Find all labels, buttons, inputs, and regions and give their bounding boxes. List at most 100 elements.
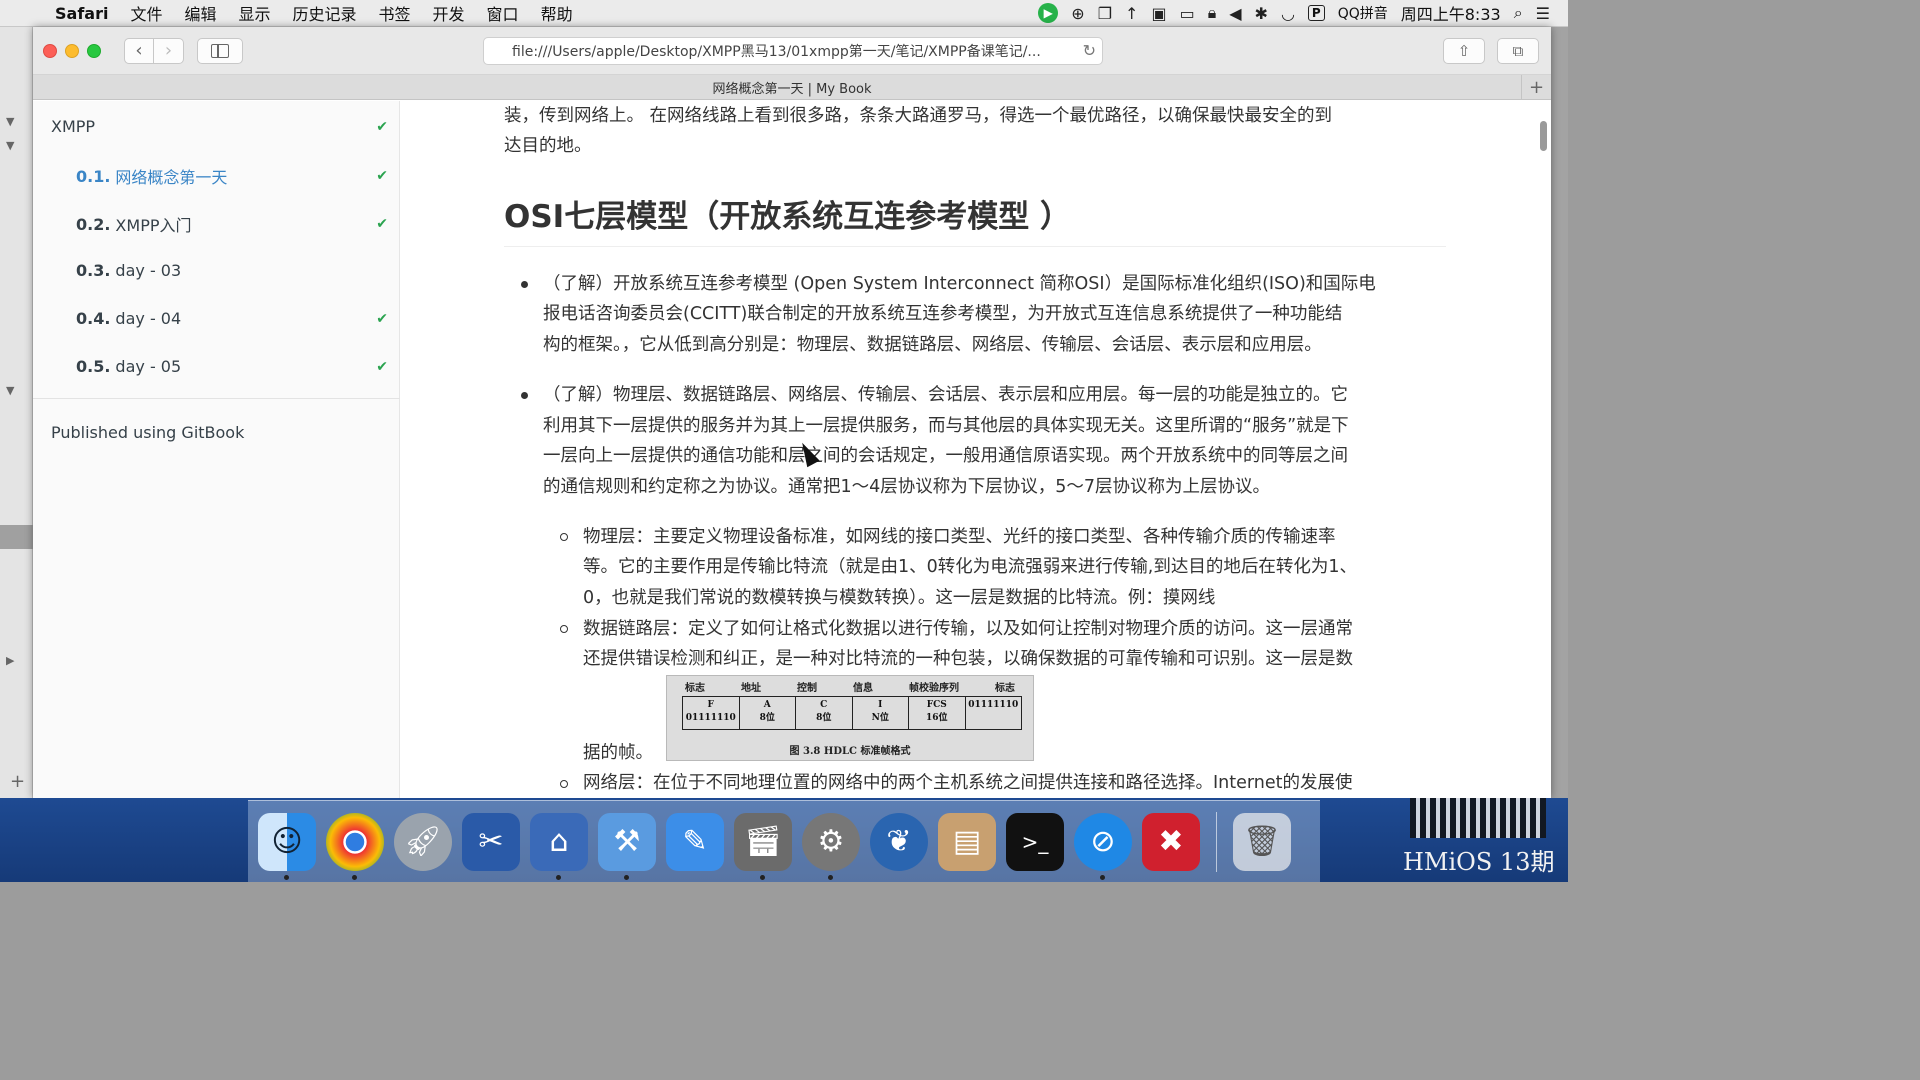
video-icon[interactable]: ▭	[1180, 4, 1195, 23]
new-tab-icon[interactable]: +	[1521, 75, 1551, 99]
watermark-text: HMiOS 13期	[1403, 848, 1555, 876]
disclosure-triangle-icon[interactable]: ▼	[6, 139, 14, 152]
hdlc-header: 控制	[797, 683, 817, 694]
chapter-item-3[interactable]: 0.3. day - 03	[76, 261, 400, 280]
menu-edit[interactable]: 编辑	[173, 1, 227, 25]
intro-line-1: 装，传到网络上。 在网络线路上看到很多路，条条大路通罗马，得选一个最优路径，以确…	[504, 106, 1333, 126]
menu-history[interactable]: 历史记录	[282, 1, 368, 25]
physical-layer-line: 等。它的主要作用是传输比特流（就是由1、0转化为电流强弱来进行传输,到达目的地后…	[583, 557, 1357, 577]
video-player-icon[interactable]: 🎬︎	[734, 812, 792, 880]
terminal-icon[interactable]: >_	[1006, 812, 1064, 871]
input-method-label[interactable]: QQ拼音	[1338, 3, 1388, 23]
camera-icon[interactable]: ▣	[1151, 4, 1166, 23]
menu-develop[interactable]: 开发	[422, 1, 476, 25]
hdlc-frame-figure: 标志 地址 控制 信息 帧校验序列 标志 F 01111110 A 8位 C 8位 I…	[666, 675, 1034, 761]
menu-bar: Safari 文件 编辑 显示 历史记录 书签 开发 窗口 帮助 ▶ ⊕ ❐ ↑…	[0, 0, 1568, 27]
scissors-icon[interactable]: ✂	[462, 812, 520, 871]
wifi-icon[interactable]: ◡	[1281, 4, 1295, 23]
xmind-icon[interactable]: ✖	[1142, 812, 1200, 871]
bluetooth-icon[interactable]: ✱	[1255, 4, 1268, 23]
chapter-item-4[interactable]: 0.4. day - 04 ✔	[76, 309, 400, 328]
hdlc-header: 信息	[853, 683, 873, 694]
input-method-icon[interactable]: P	[1307, 5, 1325, 21]
chapter-title: day - 03	[115, 261, 182, 280]
reload-icon[interactable]: ↻	[1083, 41, 1096, 60]
close-window-button[interactable]	[43, 43, 57, 58]
add-icon[interactable]: +	[10, 771, 25, 792]
volume-icon[interactable]: ◀	[1229, 4, 1241, 23]
published-with-gitbook-link[interactable]: Published using GitBook	[51, 423, 244, 442]
book-title-item[interactable]: XMPP ✔	[51, 117, 400, 136]
physical-layer-line: 0，也就是我们常说的数模转换与模数转换）。这一层是数据的比特流。例：摸网线	[583, 588, 1216, 608]
xcode-hammer-icon[interactable]: ⚒	[598, 812, 656, 880]
disclosure-triangle-icon[interactable]: ▼	[6, 384, 14, 397]
image-preview-icon[interactable]: ▤	[938, 812, 996, 871]
browser-toolbar: ‹ › file:///Users/apple/Desktop/XMPP黑马13…	[33, 27, 1551, 75]
chapter-number: 0.3.	[76, 261, 111, 280]
show-tabs-button[interactable]: ⧉	[1497, 38, 1539, 64]
bullet-marker	[521, 281, 528, 288]
mouse-app-icon[interactable]: ⌂	[530, 812, 588, 880]
menu-file[interactable]: 文件	[119, 1, 173, 25]
check-icon: ✔	[376, 358, 388, 375]
sub-bullet-marker	[560, 625, 568, 633]
spotlight-search-icon[interactable]: ⌕	[1514, 3, 1523, 23]
network-layer-line: 网络层：在位于不同地理位置的网络中的两个主机系统之间提供连接和路径选择。Inte…	[583, 773, 1353, 793]
menu-view[interactable]: 显示	[227, 1, 281, 25]
hdlc-cell: I N位	[853, 697, 909, 729]
navigation-buttons: ‹ ›	[124, 37, 184, 64]
menu-help[interactable]: 帮助	[530, 1, 584, 25]
menu-bookmarks[interactable]: 书签	[368, 1, 422, 25]
sourcetree-icon[interactable]: ❦	[870, 812, 928, 871]
background-window-edge	[1551, 27, 1568, 798]
chapter-number: 0.5.	[76, 357, 111, 376]
simulator-icon[interactable]: ✎	[666, 812, 724, 871]
launchpad-rocket-icon[interactable]: 🚀︎	[394, 812, 452, 871]
hdlc-frame: F 01111110 A 8位 C 8位 I N位 FCS 16位 01111110	[682, 696, 1022, 730]
tab-title[interactable]: 网络概念第一天 | My Book	[712, 78, 871, 97]
hdlc-caption: 图 3.8 HDLC 标准帧格式	[789, 746, 911, 757]
lock-icon[interactable]: 🔒︎	[1208, 3, 1217, 23]
copy-icon[interactable]: ❐	[1098, 4, 1112, 23]
hdlc-header: 标志	[685, 683, 705, 694]
chapter-item-1[interactable]: 0.1. 网络概念第一天 ✔	[76, 164, 400, 188]
finder-icon[interactable]: ☺	[258, 812, 316, 880]
chapter-number: 0.1.	[76, 166, 111, 186]
upload-arrow-icon[interactable]: ↑	[1125, 4, 1138, 23]
forward-button[interactable]: ›	[154, 37, 184, 64]
chapter-item-5[interactable]: 0.5. day - 05 ✔	[76, 357, 400, 376]
bullet-marker	[521, 392, 528, 399]
add-circle-icon[interactable]: ⊕	[1071, 4, 1084, 23]
minimize-window-button[interactable]	[65, 43, 79, 58]
scrollbar-thumb[interactable]	[1540, 121, 1547, 151]
trash-icon[interactable]: 🗑︎	[1233, 812, 1291, 871]
chapter-title: XMPP入门	[115, 216, 192, 235]
system-preferences-gear-icon[interactable]: ⚙	[802, 812, 860, 880]
dock: ☺ 🚀︎ ✂ ⌂ ⚒ ✎ 🎬︎ ⚙ ❦ ▤ >_ ⊘ ✖ 🗑︎	[248, 800, 1320, 882]
section-heading: OSI七层模型（开放系统互连参考模型 ）	[504, 199, 1072, 235]
bullet-2-line: 的通信规则和约定称之为协议。通常把1～4层协议称为下层协议，5～7层协议称为上层…	[543, 477, 1271, 497]
bullet-2-line: （了解）物理层、数据链路层、网络层、传输层、会话层、表示层和应用层。每一层的功能…	[543, 385, 1348, 405]
address-bar[interactable]: file:///Users/apple/Desktop/XMPP黑马13/01x…	[483, 36, 1103, 65]
hdlc-cell: 01111110	[968, 700, 1019, 710]
show-sidebar-button[interactable]	[197, 37, 243, 64]
play-status-icon[interactable]: ▶	[1038, 3, 1059, 23]
background-app-strip: ▼ ▼ ▼ ▶ +	[0, 27, 33, 798]
chrome-icon[interactable]	[326, 812, 384, 880]
disclosure-triangle-icon[interactable]: ▶	[6, 654, 14, 667]
selection-bar	[0, 525, 33, 549]
fullscreen-window-button[interactable]	[87, 43, 101, 58]
bullet-1-line: 构的框架。，它从低到高分别是：物理层、数据链路层、网络层、传输层、会话层、表示层…	[543, 335, 1322, 355]
notification-center-icon[interactable]: ☰	[1536, 4, 1550, 23]
share-button[interactable]: ⇧	[1443, 38, 1485, 64]
menu-window[interactable]: 窗口	[476, 1, 530, 25]
chapter-item-2[interactable]: 0.2. XMPP入门 ✔	[76, 212, 400, 236]
disclosure-triangle-icon[interactable]: ▼	[6, 115, 14, 128]
sidebar-divider	[33, 398, 400, 399]
clock[interactable]: 周四上午8:33	[1401, 1, 1501, 25]
page-content: 装，传到网络上。 在网络线路上看到很多路，条条大路通罗马，得选一个最优路径，以确…	[401, 101, 1551, 798]
menu-app-name[interactable]: Safari	[44, 4, 119, 23]
safari-compass-icon[interactable]: ⊘	[1074, 812, 1132, 880]
bullet-2-line: 一层向上一层提供的通信功能和层之间的会话规定，一般用通信原语实现。两个开放系统中…	[543, 446, 1348, 466]
back-button[interactable]: ‹	[124, 37, 154, 64]
